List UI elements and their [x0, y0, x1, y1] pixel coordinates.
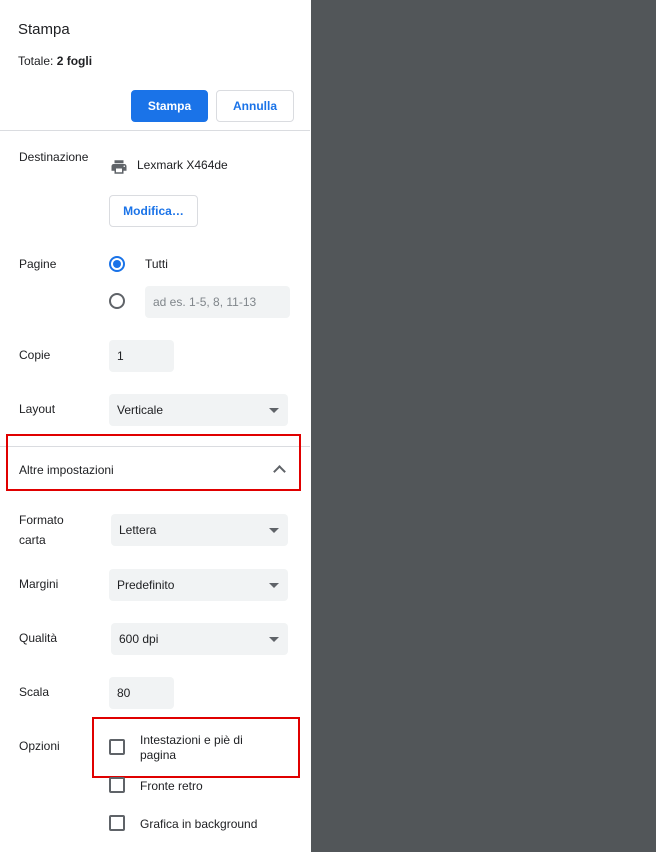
quality-label: Qualità — [19, 631, 58, 645]
paper-size-label: Formato carta — [19, 513, 64, 547]
background-graphics-checkbox[interactable] — [109, 815, 125, 831]
quality-select-value: 600 dpi — [119, 632, 159, 646]
printer-icon — [111, 160, 127, 174]
sheet-count: 2 fogli — [56, 54, 93, 68]
quality-select[interactable]: 600 dpi — [111, 623, 288, 655]
print-settings-panel: Stampa Totale: 2 fogli Stampa Annulla De… — [0, 0, 310, 852]
dropdown-arrow-icon — [269, 528, 279, 533]
dropdown-arrow-icon — [269, 408, 279, 413]
pages-all-radio[interactable] — [109, 256, 125, 272]
destination-label: Destinazione — [19, 150, 89, 164]
sheet-total: Totale: 2 fogli — [18, 54, 93, 68]
layout-label: Layout — [19, 402, 56, 416]
paper-size-select[interactable]: Lettera — [111, 514, 288, 546]
copies-label: Copie — [19, 348, 51, 362]
print-preview-area — [311, 0, 656, 852]
margins-select[interactable]: Predefinito — [109, 569, 288, 601]
scale-input[interactable]: 80 — [109, 677, 174, 709]
scale-label: Scala — [19, 685, 50, 699]
margins-select-value: Predefinito — [117, 578, 175, 592]
dropdown-arrow-icon — [269, 583, 279, 588]
background-graphics-label: Grafica in background — [140, 817, 258, 831]
layout-select-value: Verticale — [117, 403, 164, 417]
options-label: Opzioni — [19, 739, 60, 753]
margins-label: Margini — [19, 577, 59, 591]
header-divider — [0, 130, 310, 131]
page-title: Stampa — [18, 21, 70, 38]
two-sided-checkbox[interactable] — [109, 777, 125, 793]
change-destination-button[interactable]: Modifica… — [109, 195, 198, 227]
highlight-box-more-settings — [6, 434, 301, 491]
copies-input[interactable]: 1 — [109, 340, 174, 372]
highlight-box-headers-footers — [92, 717, 300, 778]
pages-custom-radio[interactable] — [109, 293, 125, 309]
pages-custom-input[interactable] — [145, 286, 290, 318]
pages-all-label: Tutti — [145, 257, 168, 271]
dropdown-arrow-icon — [269, 637, 279, 642]
two-sided-label: Fronte retro — [140, 779, 203, 793]
print-button[interactable]: Stampa — [131, 90, 208, 122]
paper-size-select-value: Lettera — [119, 523, 157, 537]
cancel-button[interactable]: Annulla — [216, 90, 294, 122]
pages-label: Pagine — [19, 257, 57, 271]
layout-select[interactable]: Verticale — [109, 394, 288, 426]
destination-printer-name: Lexmark X464de — [137, 158, 228, 172]
